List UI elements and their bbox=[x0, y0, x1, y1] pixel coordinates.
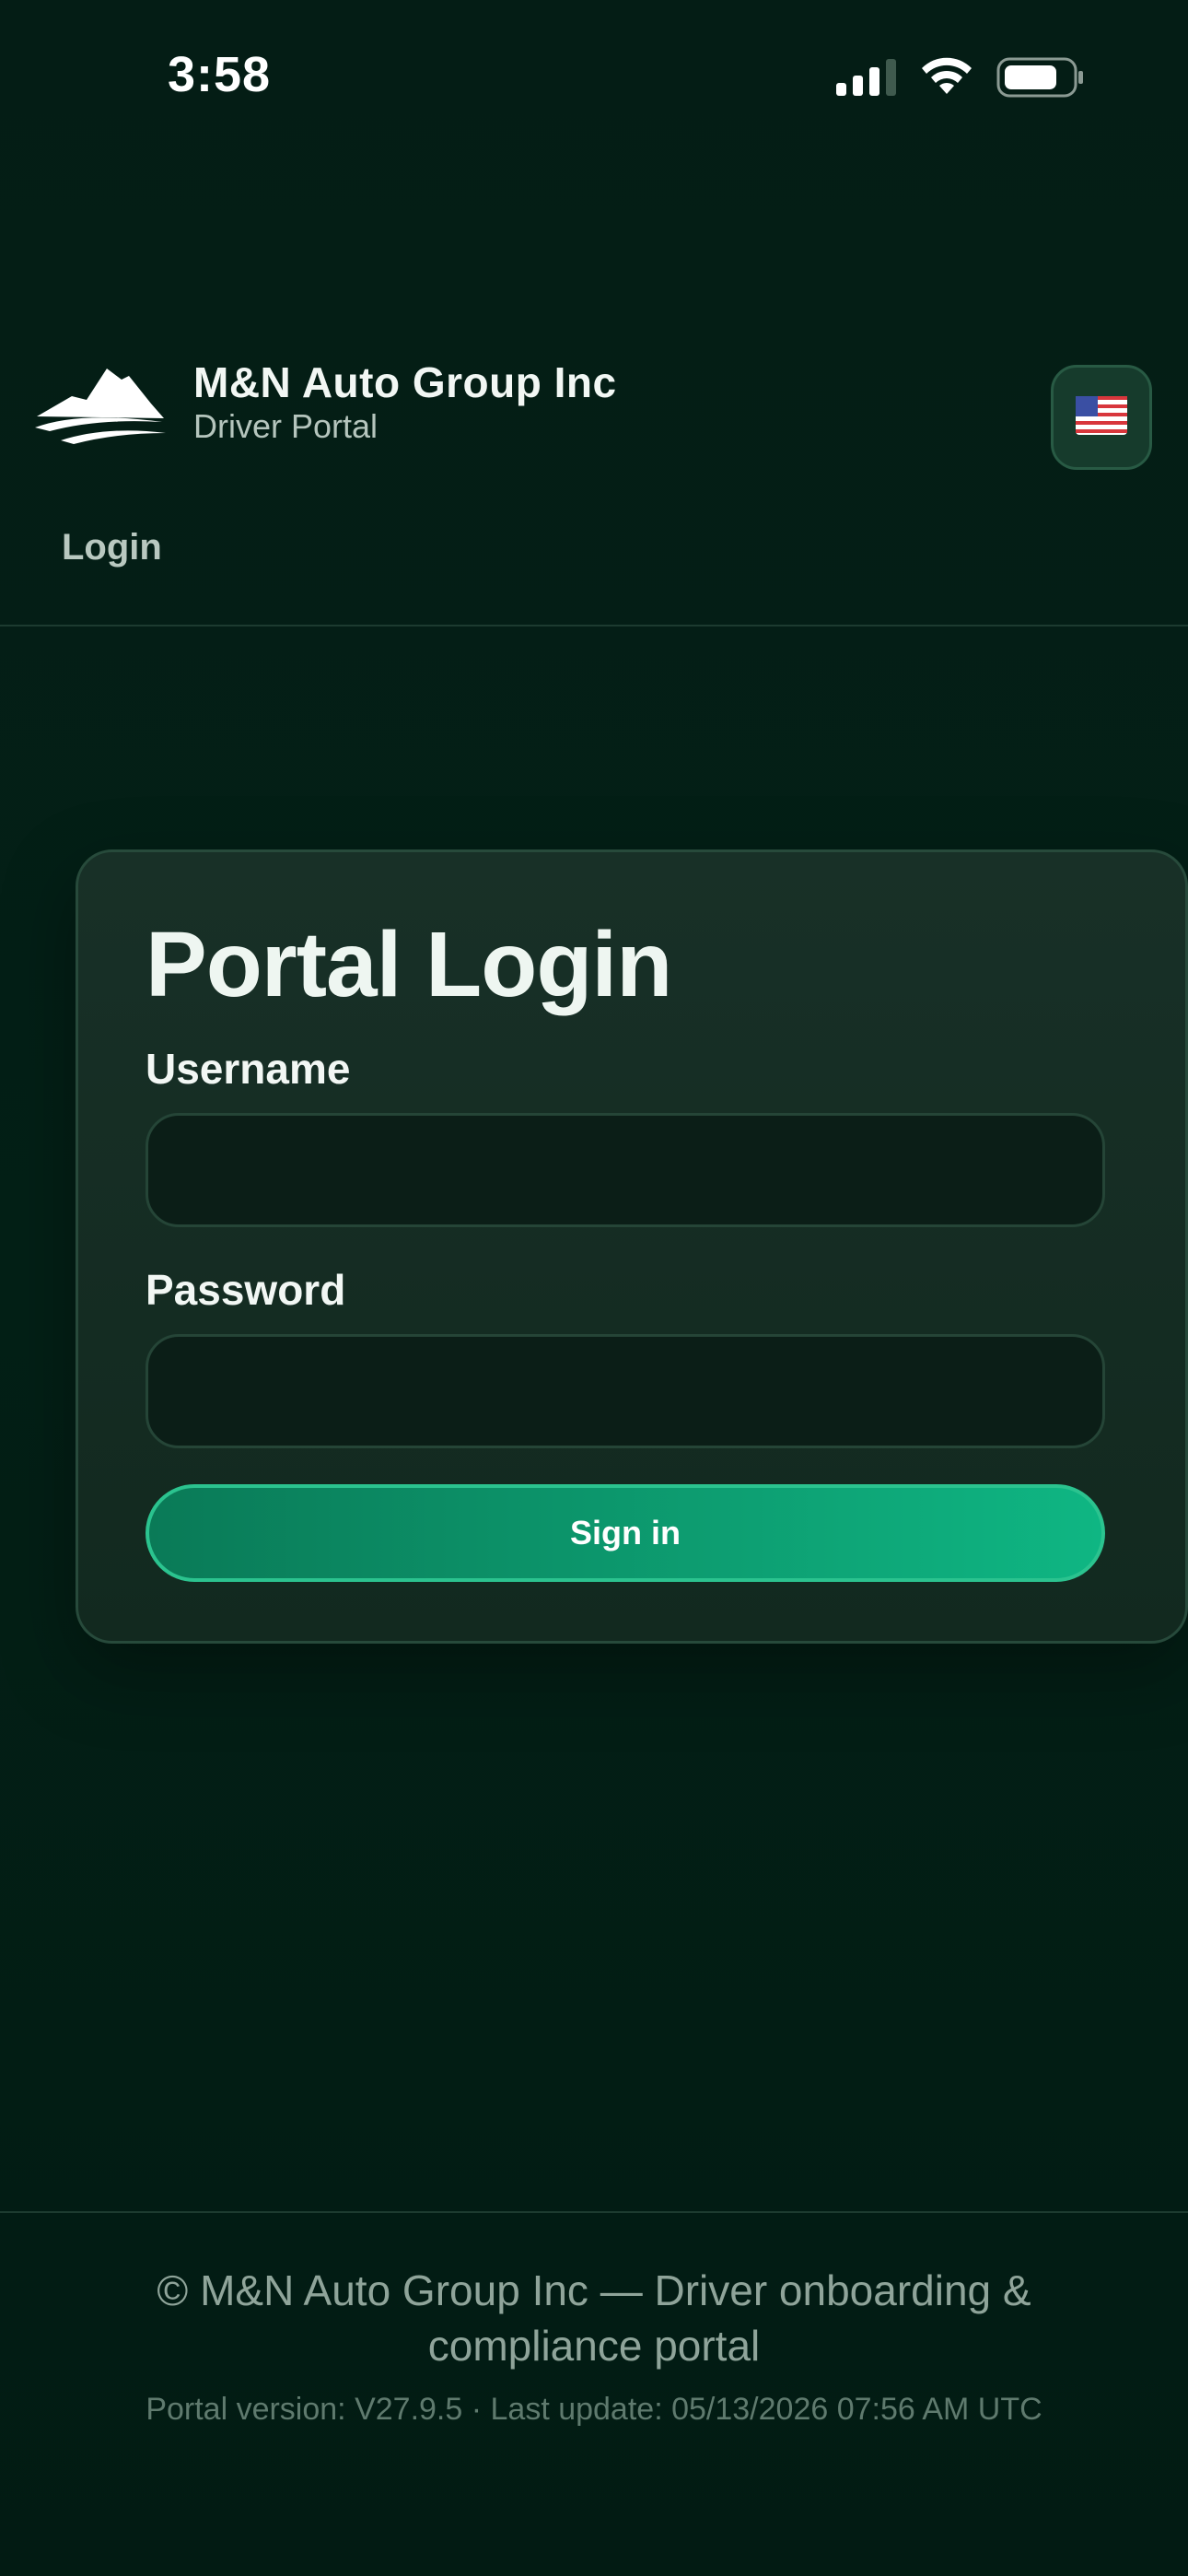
sign-in-button[interactable]: Sign in bbox=[146, 1484, 1105, 1582]
login-card: Portal Login Username Password Sign in bbox=[76, 849, 1188, 1644]
page-title: Portal Login bbox=[146, 913, 672, 1016]
app-header: M&N Auto Group Inc Driver Portal bbox=[0, 332, 1188, 479]
brand-subtitle: Driver Portal bbox=[193, 407, 379, 445]
wifi-icon bbox=[919, 57, 974, 102]
language-selector-button[interactable] bbox=[1051, 365, 1152, 470]
status-time: 3:58 bbox=[168, 47, 272, 102]
us-flag-icon bbox=[1076, 395, 1127, 439]
mountain-logo-icon bbox=[33, 359, 168, 446]
footer-divider bbox=[0, 2211, 1188, 2213]
brand-name: M&N Auto Group Inc bbox=[193, 358, 617, 406]
password-label: Password bbox=[146, 1266, 346, 1314]
username-input[interactable] bbox=[146, 1113, 1105, 1227]
login-screen: 3:58 M&N Auto Group Inc Driver Portal Lo… bbox=[0, 0, 1188, 2576]
footer-copyright: © M&N Auto Group Inc — Driver onboarding… bbox=[157, 2266, 1031, 2370]
footer-version: Portal version: V27.9.5 · Last update: 0… bbox=[146, 2392, 1042, 2427]
header-divider bbox=[0, 625, 1188, 626]
battery-icon bbox=[996, 57, 1085, 102]
status-icons bbox=[836, 57, 1085, 102]
username-label: Username bbox=[146, 1045, 351, 1093]
password-input[interactable] bbox=[146, 1334, 1105, 1448]
cellular-signal-icon bbox=[836, 59, 897, 100]
nav-current-page: Login bbox=[62, 527, 162, 568]
status-bar: 3:58 bbox=[0, 0, 1188, 157]
